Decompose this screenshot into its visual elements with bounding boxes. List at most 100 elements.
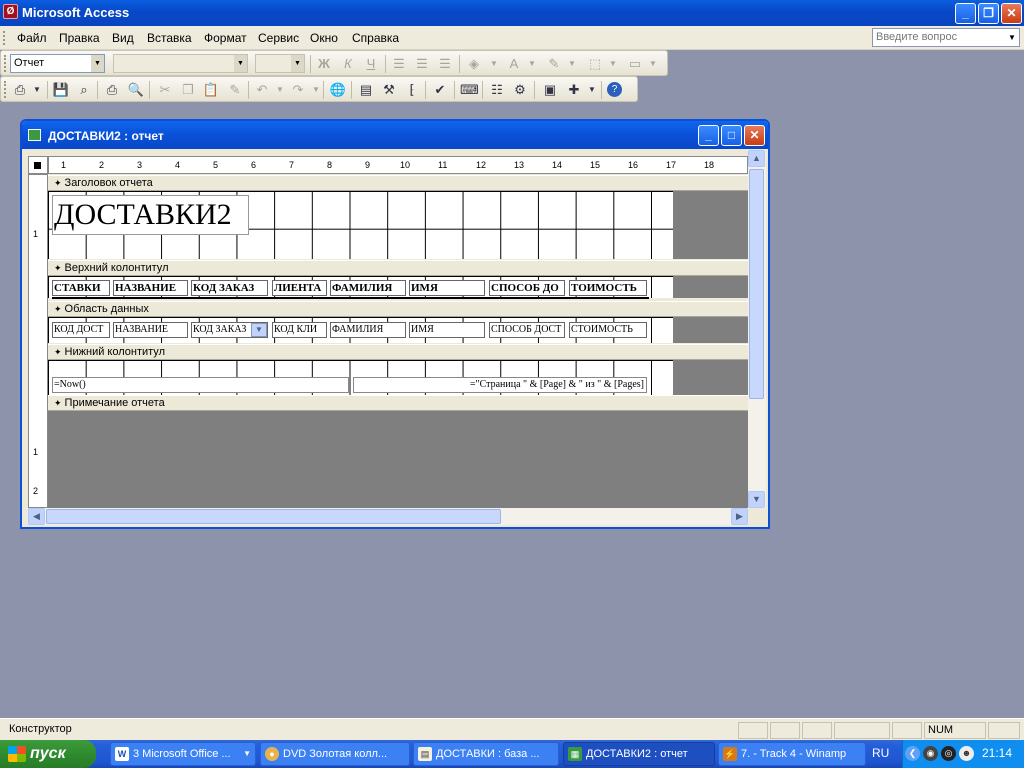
access-app-icon[interactable]: Ø [3, 4, 18, 19]
field-page-number[interactable]: ="Страница " & [Page] & " из " & [Pages] [353, 377, 647, 393]
header-label-delivery-method[interactable]: СПОСОБ ДО [489, 280, 565, 296]
chevron-down-icon[interactable]: ▼ [91, 55, 104, 72]
menu-window[interactable]: Окно [310, 31, 338, 45]
vertical-scroll-thumb[interactable] [749, 169, 764, 399]
chevron-down-icon[interactable]: ▼ [644, 55, 662, 73]
print-preview-icon[interactable]: 🔍 [127, 81, 145, 99]
code-icon[interactable]: ⌨ [460, 81, 479, 99]
taskbar-item-office[interactable]: W 3 Microsoft Office ... ▼ [110, 742, 256, 766]
font-size-combo[interactable]: ▼ [255, 54, 305, 73]
view-icon[interactable]: ⎙ [11, 81, 29, 99]
scroll-down-icon[interactable]: ▼ [748, 491, 765, 508]
language-indicator[interactable]: RU [872, 746, 889, 760]
undo-icon[interactable]: ↶ [253, 81, 271, 99]
save-icon[interactable]: 💾 [52, 81, 70, 99]
menu-view[interactable]: Вид [112, 31, 134, 45]
cut-icon[interactable]: ✂ [156, 81, 174, 99]
close-button[interactable]: ✕ [1001, 3, 1022, 24]
media-icon[interactable]: ◉ [923, 746, 938, 761]
align-left-icon[interactable]: ☰ [390, 55, 408, 73]
chevron-down-icon[interactable]: ▼ [523, 55, 541, 73]
header-label-surname[interactable]: ФАМИЛИЯ [330, 280, 406, 296]
menu-insert[interactable]: Вставка [147, 31, 192, 45]
windows-logo-icon[interactable] [8, 746, 26, 762]
menu-edit[interactable]: Правка [59, 31, 100, 45]
section-bar-report-footer[interactable]: Примечание отчета [48, 395, 748, 411]
field-surname[interactable]: ФАМИЛИЯ [330, 322, 406, 338]
header-label-client[interactable]: ЛИЕНТА [272, 280, 327, 296]
section-bar-report-header[interactable]: Заголовок отчета [48, 175, 748, 191]
align-right-icon[interactable]: ☰ [436, 55, 454, 73]
header-label-cost[interactable]: ТОИМОСТЬ [569, 280, 647, 296]
header-label-name[interactable]: НАЗВАНИЕ [113, 280, 188, 296]
report-icon[interactable] [28, 129, 41, 141]
fill-color-icon[interactable]: ◈ [465, 55, 483, 73]
chevron-down-icon[interactable]: ▼ [485, 55, 503, 73]
italic-icon[interactable]: К [339, 55, 357, 73]
help-icon[interactable]: ? [607, 82, 622, 97]
field-order-code[interactable]: КОД ЗАКАЗ ▼ [191, 322, 268, 338]
field-delivery-method[interactable]: СПОСОБ ДОСТ [489, 322, 565, 338]
sorting-grouping-icon[interactable]: ⁅ [403, 81, 421, 99]
header-label-delivery-code[interactable]: СТАВКИ [52, 280, 110, 296]
taskbar-item-report[interactable]: ▦ ДОСТАВКИ2 : отчет [563, 742, 715, 766]
taskbar-item-database[interactable]: ▤ ДОСТАВКИ : база ... [413, 742, 559, 766]
report-close-button[interactable]: ✕ [744, 125, 765, 146]
menu-tools[interactable]: Сервис [258, 31, 299, 45]
chevron-down-icon[interactable]: ▼ [28, 81, 46, 99]
section-bar-detail[interactable]: Область данных [48, 301, 748, 317]
scroll-right-icon[interactable]: ▶ [731, 508, 748, 525]
bold-icon[interactable]: Ж [315, 55, 333, 73]
underline-icon[interactable]: Ч [362, 55, 380, 73]
horizontal-scroll-thumb[interactable] [46, 509, 501, 524]
paste-icon[interactable]: 📋 [202, 81, 220, 99]
chevron-left-icon[interactable]: ❮ [905, 746, 920, 761]
select-report-box[interactable] [28, 156, 48, 174]
redo-icon[interactable]: ↷ [289, 81, 307, 99]
vertical-scrollbar[interactable]: ▲ ▼ [748, 150, 766, 508]
font-name-combo[interactable]: ▼ [113, 54, 248, 73]
speaker-icon[interactable]: ◎ [941, 746, 956, 761]
menu-file[interactable]: Файл [17, 31, 47, 45]
menu-grip[interactable] [3, 31, 6, 45]
field-now-date[interactable]: =Now() [52, 377, 349, 393]
app-title-bar[interactable]: Ø Microsoft Access _ ❐ ✕ [0, 0, 1024, 26]
taskbar-item-dvd[interactable]: ● DVD Золотая колл... [260, 742, 410, 766]
field-name[interactable]: НАЗВАНИЕ [113, 322, 188, 338]
special-effect-icon[interactable]: ▭ [626, 55, 644, 73]
toolbar-grip[interactable] [4, 81, 7, 98]
chevron-down-icon[interactable]: ▼ [563, 55, 581, 73]
copy-icon[interactable]: ❐ [179, 81, 197, 99]
field-first-name[interactable]: ИМЯ [409, 322, 485, 338]
report-title-label[interactable]: ДОСТАВКИ2 [52, 195, 249, 235]
help-question-input[interactable]: Введите вопрос ▼ [872, 28, 1020, 47]
chevron-down-icon[interactable]: ▼ [291, 55, 304, 72]
header-label-first-name[interactable]: ИМЯ [409, 280, 485, 296]
hyperlink-icon[interactable]: 🌐 [329, 81, 347, 99]
restore-button[interactable]: ❐ [978, 3, 999, 24]
build-icon[interactable]: ⚙ [511, 81, 529, 99]
align-center-icon[interactable]: ☰ [413, 55, 431, 73]
chevron-down-icon[interactable]: ▼ [271, 81, 289, 99]
scroll-left-icon[interactable]: ◀ [28, 508, 45, 525]
network-icon[interactable]: ☻ [959, 746, 974, 761]
chevron-down-icon[interactable]: ▼ [251, 323, 267, 337]
report-maximize-button[interactable]: □ [721, 125, 742, 146]
field-client-code[interactable]: КОД КЛИ [272, 322, 327, 338]
chevron-down-icon[interactable]: ▼ [583, 81, 601, 99]
field-list-icon[interactable]: ▤ [357, 81, 375, 99]
scroll-up-icon[interactable]: ▲ [748, 150, 765, 167]
report-design-window[interactable]: ДОСТАВКИ2 : отчет _ □ ✕ 1 2 3 4 5 6 7 8 … [20, 119, 770, 529]
toolbar-grip[interactable] [4, 55, 7, 72]
field-cost[interactable]: СТОИМОСТЬ [569, 322, 647, 338]
chevron-down-icon[interactable]: ▼ [1006, 30, 1018, 45]
new-object-icon[interactable]: ✚ [565, 81, 583, 99]
database-window-icon[interactable]: ▣ [541, 81, 559, 99]
horizontal-ruler[interactable]: 1 2 3 4 5 6 7 8 9 10 11 12 13 14 15 16 1… [48, 156, 748, 174]
line-color-icon[interactable]: ✎ [545, 55, 563, 73]
menu-help[interactable]: Справка [352, 31, 399, 45]
chevron-down-icon[interactable]: ▼ [234, 55, 247, 72]
chevron-down-icon[interactable]: ▼ [604, 55, 622, 73]
minimize-button[interactable]: _ [955, 3, 976, 24]
report-minimize-button[interactable]: _ [698, 125, 719, 146]
